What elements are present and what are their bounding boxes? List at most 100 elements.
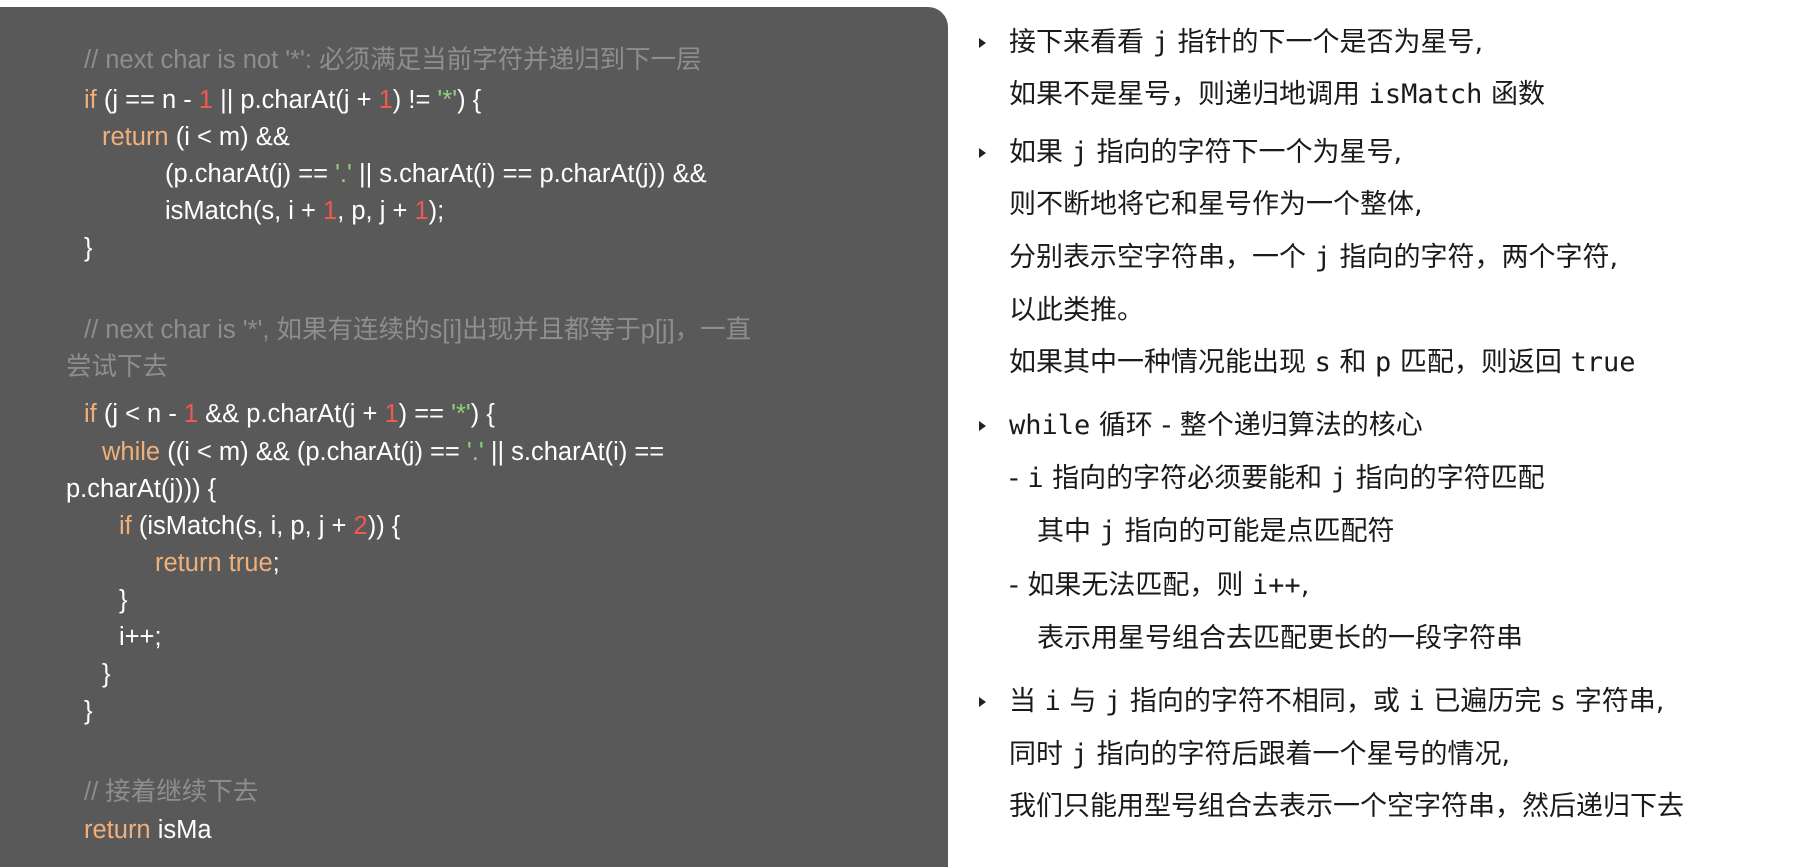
code-line: return (i < m) &&: [102, 120, 290, 154]
code-number: 1: [198, 86, 213, 114]
note-line: 如果 j 指向的字符下一个为星号,: [1009, 133, 1402, 173]
code-text: isMa: [150, 816, 212, 844]
code-text: ;: [272, 549, 280, 577]
code-text: || s.charAt(i) ==: [483, 438, 665, 466]
note-line: 其中 j 指向的可能是点匹配符: [1037, 512, 1394, 552]
note-code: p: [1375, 347, 1392, 378]
code-keyword: return: [84, 816, 151, 844]
note-line: 如果其中一种情况能出现 s 和 p 匹配，则返回 true: [1009, 343, 1636, 383]
note-text: 函数: [1482, 79, 1545, 110]
note-code: true: [1570, 347, 1636, 378]
code-text: (j < n -: [96, 400, 184, 428]
note-line: - i 指向的字符必须要能和 j 指向的字符匹配: [1009, 459, 1545, 499]
code-line: i++;: [119, 623, 162, 651]
note-code: s: [1314, 347, 1331, 378]
code-line: if (j < n - 1 && p.charAt(j + 1) == '*')…: [84, 397, 495, 431]
note-line: 我们只能用型号组合去表示一个空字符串，然后递归下去: [1009, 791, 1684, 822]
code-keyword: return: [102, 123, 169, 151]
code-line: return isMa: [84, 813, 212, 847]
code-comment-line: // 接着继续下去: [84, 778, 259, 806]
note-line: 如果不是星号，则递归地调用 isMatch 函数: [1009, 75, 1545, 115]
code-text: (i < m) &&: [168, 123, 290, 151]
code-keyword: while: [102, 438, 161, 466]
code-number: 1: [323, 197, 338, 225]
note-text: 指向的字符，两个字符,: [1330, 242, 1619, 273]
code-text: ((i < m) && (p.charAt(j) ==: [160, 438, 467, 466]
note-line: 同时 j 指向的字符后跟着一个星号的情况,: [1009, 735, 1510, 775]
note-line: 接下来看看 j 指针的下一个是否为星号,: [1009, 23, 1483, 63]
code-line: (p.charAt(j) == '.' || s.charAt(i) == p.…: [165, 157, 707, 191]
code-number: 1: [183, 400, 199, 428]
note-text: 如果: [1009, 137, 1072, 168]
code-number: 1: [378, 86, 393, 114]
note-text: 字符串,: [1566, 686, 1665, 717]
note-text: 指针的下一个是否为星号,: [1168, 27, 1484, 58]
code-comment-line: 尝试下去: [66, 353, 169, 381]
code-brace: }: [84, 697, 93, 725]
code-comment-line: // next char is '*', 如果有连续的s[i]出现并且都等于p[…: [84, 316, 752, 344]
note-code: i: [1027, 463, 1044, 494]
code-line: while ((i < m) && (p.charAt(j) == '.' ||…: [102, 435, 664, 469]
code-brace: }: [84, 234, 93, 262]
note-code: j: [1314, 242, 1331, 273]
code-text: , p, j +: [337, 197, 415, 225]
note-text: 指向的字符下一个为星号,: [1087, 137, 1403, 168]
code-text: ) {: [457, 86, 482, 114]
note-text: 指向的字符后跟着一个星号的情况,: [1087, 739, 1511, 770]
bullet-icon: [979, 421, 986, 431]
code-keyword: return true: [155, 549, 273, 577]
code-number: 2: [353, 512, 368, 540]
bullet-icon: [979, 148, 986, 158]
note-code: j: [1152, 27, 1169, 58]
note-code: j: [1071, 739, 1088, 770]
code-text: && p.charAt(j +: [198, 400, 385, 428]
note-text: - 如果无法匹配，则: [1009, 570, 1252, 601]
note-text: 同时: [1009, 739, 1072, 770]
note-text: 指向的字符必须要能和: [1043, 463, 1331, 494]
note-text: 指向的字符不相同，或: [1121, 686, 1409, 717]
code-text: ) ==: [398, 400, 452, 428]
note-code: j: [1099, 516, 1116, 547]
note-text: -: [1009, 463, 1028, 494]
code-string: '*': [451, 400, 471, 428]
note-text: 接下来看看: [1009, 27, 1153, 58]
bullet-icon: [979, 697, 986, 707]
note-code: j: [1071, 137, 1088, 168]
code-panel: // next char is not '*': 必须满足当前字符并递归到下一层…: [0, 7, 948, 867]
code-brace: }: [102, 660, 111, 688]
code-string: '*': [437, 86, 458, 114]
note-text: 已遍历完: [1424, 686, 1550, 717]
code-string: '.': [466, 438, 484, 466]
code-text: ) !=: [392, 86, 438, 114]
code-text: )) {: [367, 512, 401, 540]
note-text: 指向的可能是点匹配符: [1115, 516, 1395, 547]
note-line: 表示用星号组合去匹配更长的一段字符串: [1037, 623, 1523, 654]
code-line: return true;: [155, 546, 280, 580]
note-line: 以此类推。: [1009, 295, 1144, 326]
note-line: 则不断地将它和星号作为一个整体,: [1009, 189, 1423, 220]
note-text: 当: [1009, 686, 1045, 717]
note-text: 如果其中一种情况能出现: [1009, 347, 1315, 378]
code-number: 1: [414, 197, 429, 225]
note-line: while 循环 - 整个递归算法的核心: [1009, 406, 1423, 446]
note-text: 和: [1330, 347, 1376, 378]
note-text: 指向的字符匹配: [1347, 463, 1545, 494]
code-keyword: if: [84, 400, 97, 428]
note-line: 当 i 与 j 指向的字符不相同，或 i 已遍历完 s 字符串,: [1009, 682, 1664, 722]
note-line: 分别表示空字符串，一个 j 指向的字符，两个字符,: [1009, 238, 1618, 278]
note-text: ,: [1300, 570, 1310, 601]
bullet-icon: [979, 38, 986, 48]
code-text: ) {: [470, 400, 495, 428]
code-string: '.': [335, 160, 352, 188]
note-code: isMatch: [1368, 79, 1483, 110]
code-line: isMatch(s, i + 1, p, j + 1);: [165, 194, 444, 228]
note-code: j: [1105, 686, 1122, 717]
notes-panel: 接下来看看 j 指针的下一个是否为星号, 如果不是星号，则递归地调用 isMat…: [975, 0, 1816, 860]
code-number: 1: [384, 400, 399, 428]
code-text: || p.charAt(j +: [212, 86, 379, 114]
note-code: j: [1330, 463, 1348, 494]
note-code: i++: [1251, 570, 1301, 601]
code-keyword: if: [119, 512, 132, 540]
note-code: s: [1549, 686, 1567, 717]
note-code: i: [1044, 686, 1061, 717]
